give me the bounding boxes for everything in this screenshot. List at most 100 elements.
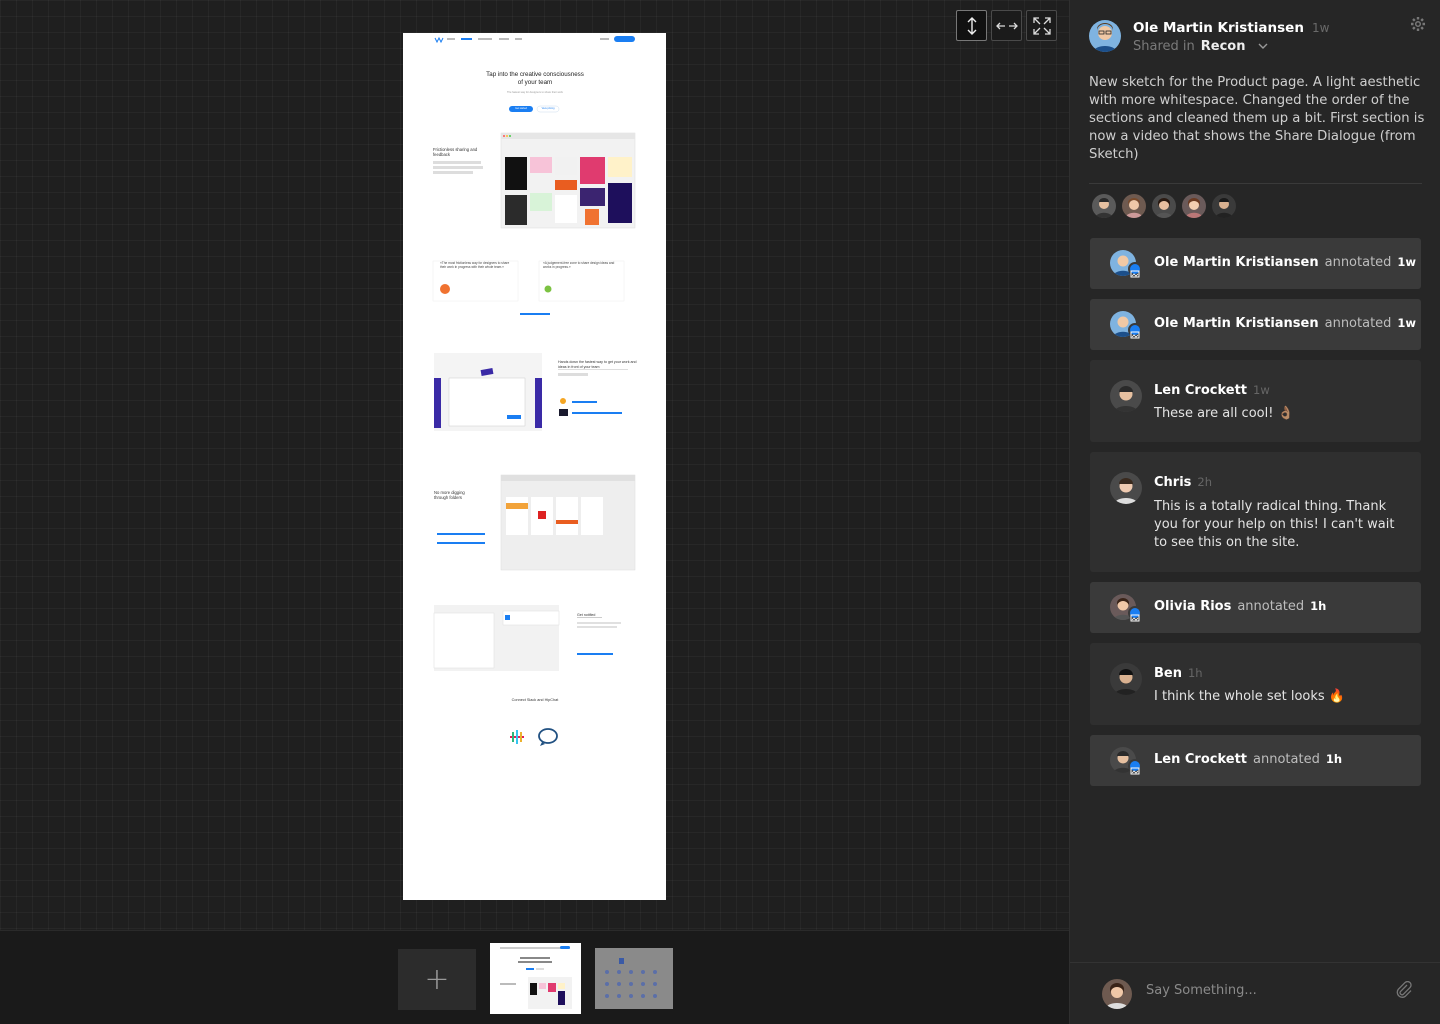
activity-comment[interactable]: Chris 2h This is a totally radical thing.… (1090, 452, 1421, 572)
participant-avatar[interactable] (1122, 194, 1146, 218)
activity-name: Ole Martin Kristiansen (1154, 316, 1319, 331)
hero-title: Tap into the creative consciousness of y… (486, 71, 584, 86)
annotation-icon (1130, 270, 1140, 278)
hipchat-icon (538, 728, 558, 746)
thumbnail-product-page[interactable] (490, 943, 581, 1014)
participant-avatar[interactable] (1152, 194, 1176, 218)
annotation-badge (1128, 759, 1142, 775)
team-name[interactable]: Recon (1201, 39, 1246, 54)
author-name-text: Ole Martin Kristiansen (1133, 20, 1304, 36)
filmstrip: + (0, 930, 1069, 1024)
activity-verb: annotated (1324, 316, 1392, 331)
activity-verb: annotated (1237, 599, 1305, 614)
add-screen-button[interactable]: + (398, 949, 476, 1010)
activity-annotation[interactable]: Ole Martin Kristiansen annotated 1w (1090, 238, 1421, 289)
activity-time: 1h (1325, 752, 1343, 766)
activity-name: Len Crockett (1154, 752, 1248, 767)
annotation-icon (1130, 767, 1140, 775)
section-connect-title: Connect Slack and HipChat (511, 698, 559, 702)
author-name[interactable]: Ole Martin Kristiansen 1w (1133, 20, 1329, 36)
logo-icon (434, 36, 444, 44)
section-notified-title: Get notified (577, 613, 617, 617)
artboard-product-page[interactable]: Tap into the creative consciousness of y… (403, 33, 666, 900)
quote-1: «The most frictionless way for designers… (440, 261, 510, 270)
person-avatar-icon (1093, 23, 1117, 52)
comment-text: I think the whole set looks 🔥 (1154, 689, 1345, 704)
activity-name: Ole Martin Kristiansen (1154, 255, 1319, 270)
thumbnail-preview (605, 958, 657, 998)
settings-button[interactable] (1410, 16, 1426, 37)
expand-icon (1032, 16, 1051, 35)
fit-height-button[interactable] (956, 10, 987, 41)
thumbnail-preview (500, 946, 572, 1009)
section-folders-title: No more digging through folders (434, 490, 474, 501)
activity-comment[interactable]: Ben 1h I think the whole set looks 🔥 (1090, 643, 1421, 725)
fit-width-button[interactable] (991, 10, 1022, 41)
comment-time: 2h (1197, 475, 1213, 489)
post-header: Ole Martin Kristiansen 1w Shared in Recon (1089, 17, 1429, 60)
comment-header: Chris 2h (1154, 475, 1212, 490)
slack-icon (510, 730, 524, 744)
arrows-horizontal-icon (995, 22, 1018, 29)
comment-text: This is a totally radical thing. Thank y… (1154, 499, 1395, 550)
gear-icon (1411, 17, 1425, 31)
read-more-link: Read our case studies (523, 313, 547, 316)
activity-comment[interactable]: Len Crockett 1w These are all cool! 👌🏽 (1090, 360, 1421, 442)
thumbnail-icon-set[interactable] (595, 948, 673, 1009)
avatar (1110, 472, 1142, 504)
activity-time: 1w (1397, 316, 1417, 330)
comment-author: Chris (1154, 475, 1192, 490)
avatar (1110, 663, 1142, 695)
hero-primary-label: Get started (515, 107, 527, 110)
shared-in: Shared in Recon (1133, 39, 1268, 54)
hero-subtitle: The fastest way for designers to share t… (507, 91, 563, 94)
comment-input[interactable] (1146, 983, 1376, 998)
activity-verb: annotated (1324, 255, 1392, 270)
activity-annotation[interactable]: Olivia Rios annotated 1h (1090, 582, 1421, 633)
paperclip-icon (1396, 980, 1412, 998)
comment-author: Len Crockett (1154, 383, 1248, 398)
activity-time: 1w (1397, 255, 1417, 269)
participant-avatar[interactable] (1182, 194, 1206, 218)
author-avatar[interactable] (1089, 20, 1121, 52)
chevron-down-icon[interactable] (1258, 42, 1268, 50)
comment-header: Ben 1h (1154, 666, 1203, 681)
activity-text: Ole Martin Kristiansen annotated 1w (1154, 316, 1416, 331)
activity-annotation[interactable]: Ole Martin Kristiansen annotated 1w (1090, 299, 1421, 350)
canvas[interactable]: Tap into the creative consciousness of y… (0, 0, 1069, 930)
section-sharing-title: Frictionless sharing and feedback (433, 147, 478, 157)
activity-name: Olivia Rios (1154, 599, 1232, 614)
product-page-preview (432, 36, 636, 746)
comment-time: 1w (1253, 383, 1270, 397)
avatar (1110, 380, 1142, 412)
section-fastest-title: Hands down the fastest way to get your w… (558, 360, 638, 369)
comment-author: Ben (1154, 666, 1182, 681)
annotation-icon (1130, 614, 1140, 622)
participant-avatar[interactable] (1212, 194, 1236, 218)
comments-sidebar: Ole Martin Kristiansen 1w Shared in Recon … (1069, 0, 1440, 1024)
activity-text: Len Crockett annotated 1h (1154, 752, 1342, 767)
comment-time: 1h (1187, 666, 1203, 680)
attach-button[interactable] (1395, 980, 1413, 1004)
activity-time: 1h (1310, 599, 1327, 613)
activity-text: Ole Martin Kristiansen annotated 1w (1154, 255, 1416, 270)
activity-annotation[interactable]: Len Crockett annotated 1h (1090, 735, 1421, 786)
post-time: 1w (1311, 21, 1330, 35)
comment-text: These are all cool! 👌🏽 (1154, 406, 1294, 421)
post-description: New sketch for the Product page. A light… (1089, 75, 1425, 162)
activity-verb: annotated (1253, 752, 1320, 767)
annotation-icon (1130, 331, 1140, 339)
participant-avatar[interactable] (1092, 194, 1116, 218)
quote-2: «A judgement-free zone to share design i… (543, 261, 615, 270)
hero-secondary-label: View pricing (541, 107, 555, 110)
arrows-vertical-icon (967, 16, 976, 35)
current-user-avatar (1102, 979, 1132, 1009)
shared-in-label: Shared in (1133, 39, 1195, 54)
annotation-badge (1128, 262, 1142, 278)
annotation-badge (1128, 606, 1142, 622)
fullscreen-button[interactable] (1026, 10, 1057, 41)
comment-header: Len Crockett 1w (1154, 383, 1270, 398)
comment-composer (1070, 962, 1440, 1024)
activity-text: Olivia Rios annotated 1h (1154, 599, 1326, 614)
divider (1089, 183, 1422, 184)
